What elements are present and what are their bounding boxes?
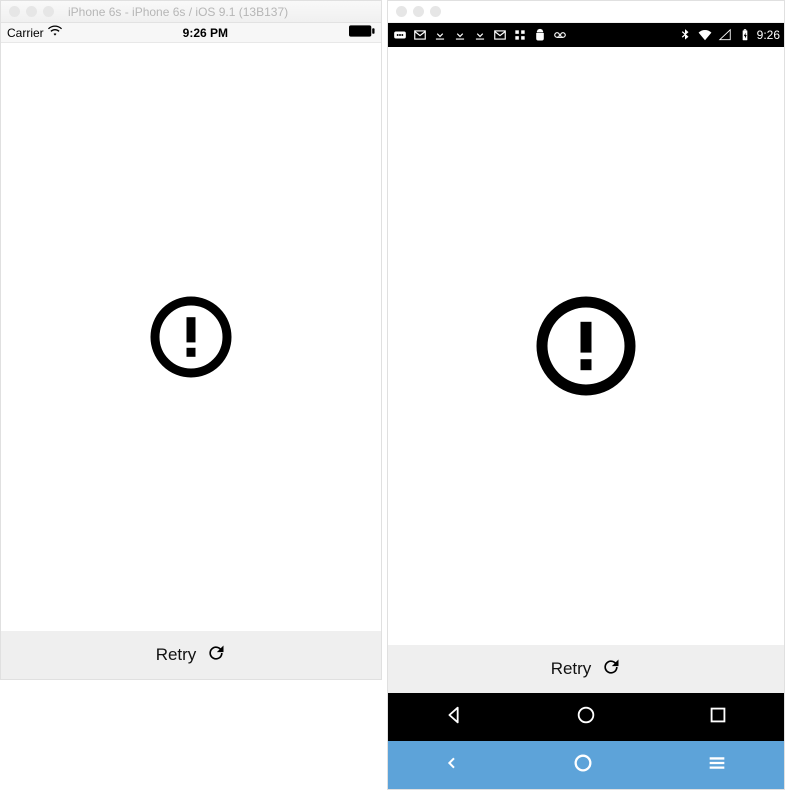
mac-traffic-lights[interactable] [9, 6, 54, 17]
mac-window-titlebar [388, 1, 784, 23]
close-dot-icon[interactable] [396, 6, 407, 17]
android-app-screen: Retry [388, 47, 784, 693]
voicemail-icon [552, 28, 568, 42]
ios-status-bar: Carrier 9:26 PM [1, 23, 381, 43]
emulator-back-button[interactable] [444, 755, 460, 776]
clock-label: 9:26 [757, 28, 780, 42]
mac-window-titlebar: iPhone 6s - iPhone 6s / iOS 9.1 (13B137) [1, 1, 381, 23]
android-debug-icon [532, 28, 548, 42]
retry-button[interactable]: Retry [388, 645, 784, 693]
android-status-bar: 9:26 [388, 23, 784, 47]
battery-charging-icon [737, 28, 753, 42]
refresh-icon [206, 643, 226, 668]
clock-label: 9:26 PM [183, 26, 228, 40]
zoom-dot-icon[interactable] [43, 6, 54, 17]
wifi-icon [48, 25, 62, 40]
emulator-menu-button[interactable] [706, 752, 728, 779]
error-state-container [388, 47, 784, 645]
android-emulator-window: 9:26 Retry [387, 0, 785, 790]
battery-icon [349, 25, 375, 40]
minimize-dot-icon[interactable] [413, 6, 424, 17]
emulator-home-button[interactable] [572, 752, 594, 779]
zoom-dot-icon[interactable] [430, 6, 441, 17]
download-icon [432, 28, 448, 42]
emulator-toolbar [388, 741, 784, 789]
minimize-dot-icon[interactable] [26, 6, 37, 17]
retry-button[interactable]: Retry [1, 631, 381, 679]
ios-app-screen: Retry [1, 43, 381, 679]
signal-icon [717, 28, 733, 42]
download-icon [472, 28, 488, 42]
apps-icon [512, 28, 528, 42]
retry-label: Retry [551, 659, 592, 679]
download-icon [452, 28, 468, 42]
home-button[interactable] [575, 704, 597, 731]
refresh-icon [601, 657, 621, 682]
ios-simulator-window: iPhone 6s - iPhone 6s / iOS 9.1 (13B137)… [0, 0, 382, 680]
back-button[interactable] [443, 704, 465, 731]
gmail-icon [412, 28, 428, 42]
android-nav-bar [388, 693, 784, 741]
retry-label: Retry [156, 645, 197, 665]
more-notifications-icon [392, 28, 408, 42]
overview-button[interactable] [707, 704, 729, 731]
wifi-icon [697, 28, 713, 42]
close-dot-icon[interactable] [9, 6, 20, 17]
bluetooth-icon [677, 28, 693, 42]
window-title: iPhone 6s - iPhone 6s / iOS 9.1 (13B137) [68, 5, 288, 19]
mac-traffic-lights[interactable] [396, 6, 441, 17]
gmail-icon [492, 28, 508, 42]
error-state-container [1, 43, 381, 631]
alert-circle-icon [531, 291, 641, 401]
carrier-label: Carrier [7, 26, 44, 40]
alert-circle-icon [146, 292, 236, 382]
